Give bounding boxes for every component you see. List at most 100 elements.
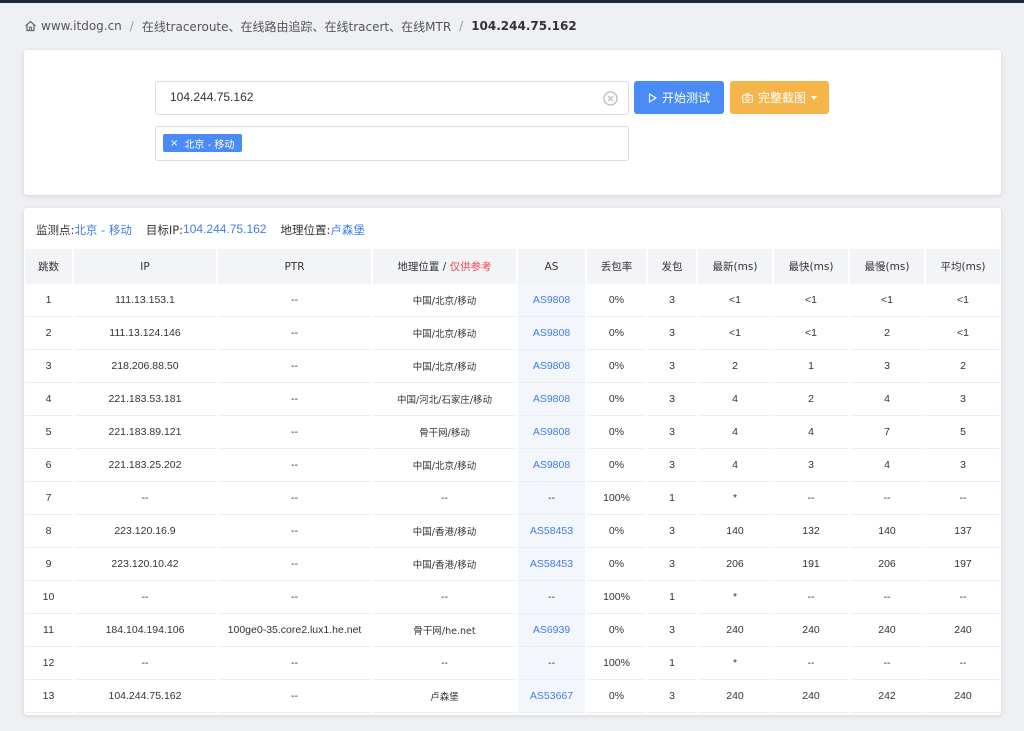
clear-icon[interactable] [603,91,618,106]
header-hop: 跳数 [25,249,72,284]
cell-ip: -- [74,482,216,515]
cell-ip: 223.120.16.9 [74,515,216,548]
cell-best: 4 [774,416,848,449]
header-ptr: PTR [218,249,371,284]
cell-best: 132 [774,515,848,548]
cell-loss: 0% [587,449,646,482]
cell-hop: 13 [25,680,72,713]
as-link[interactable]: AS9808 [533,360,570,372]
cell-hop: 7 [25,482,72,515]
search-panel: 104.244.75.162 开始测试 完整截图 × 北京 - 移动 [24,50,1001,195]
cell-geo: 中国/北京/移动 [373,317,516,350]
cell-loss: 0% [587,515,646,548]
cell-geo: 骨干网/he.net [373,614,516,647]
cell-loss: 100% [587,581,646,614]
cell-sent: 3 [648,548,696,581]
cell-hop: 11 [25,614,72,647]
cell-avg: 3 [926,449,1000,482]
cell-geo: 卢森堡 [373,680,516,713]
top-accent-bar [0,0,1024,3]
table-header-row: 跳数 IP PTR 地理位置 / 仅供参考 AS 丢包率 发包 最新(ms) 最… [25,249,1000,284]
cell-hop: 8 [25,515,72,548]
results-panel: 监测点: 北京 - 移动 目标IP: 104.244.75.162 地理位置: … [24,208,1001,715]
cell-worst: -- [850,581,924,614]
cell-worst: <1 [850,284,924,317]
as-link[interactable]: AS53667 [530,690,573,702]
cell-sent: 1 [648,581,696,614]
as-link[interactable]: AS6939 [533,624,570,636]
remove-tag-icon[interactable]: × [170,138,178,149]
cell-sent: 3 [648,680,696,713]
as-link[interactable]: AS9808 [533,294,570,306]
cell-worst: 206 [850,548,924,581]
cell-sent: 3 [648,284,696,317]
table-row: 8 223.120.16.9 -- 中国/香港/移动 AS58453 0% 3 140 132 1… [25,515,1000,548]
cell-avg: 5 [926,416,1000,449]
monitor-tag[interactable]: × 北京 - 移动 [163,134,243,152]
cell-as: AS6939 [518,614,585,647]
header-worst: 最慢(ms) [850,249,924,284]
as-link[interactable]: AS9808 [533,459,570,471]
cell-best: <1 [774,284,848,317]
target-input-box[interactable]: 104.244.75.162 [155,81,629,115]
cell-geo: -- [373,581,516,614]
table-row: 10 -- -- -- -- 100% 1 * -- -- -- [25,581,1000,614]
as-link[interactable]: AS9808 [533,327,570,339]
table-row: 7 -- -- -- -- 100% 1 * -- -- -- [25,482,1000,515]
header-geo: 地理位置 / 仅供参考 [373,249,516,284]
header-geo-label: 地理位置 / [397,261,447,273]
cell-last: * [698,581,772,614]
cell-avg: 3 [926,383,1000,416]
breadcrumb-section-link[interactable]: 在线traceroute、在线路由追踪、在线tracert、在线MTR [142,18,451,35]
cell-ptr: -- [218,416,371,449]
cell-worst: -- [850,647,924,680]
cell-ip: 218.206.88.50 [74,350,216,383]
as-link[interactable]: AS9808 [533,393,570,405]
cell-best: -- [774,482,848,515]
cell-avg: -- [926,581,1000,614]
cell-geo: 中国/北京/移动 [373,449,516,482]
cell-ptr: -- [218,383,371,416]
screenshot-button[interactable]: 完整截图 [730,81,829,114]
cell-last: 4 [698,383,772,416]
cell-as: AS9808 [518,284,585,317]
cell-last: <1 [698,317,772,350]
cell-ip: 221.183.89.121 [74,416,216,449]
cell-sent: 3 [648,383,696,416]
table-row: 9 223.120.10.42 -- 中国/香港/移动 AS58453 0% 3 206 191… [25,548,1000,581]
cell-ptr: -- [218,647,371,680]
as-link[interactable]: AS58453 [530,558,573,570]
monitor-select-box[interactable]: × 北京 - 移动 [155,126,629,161]
cell-geo: 中国/河北/石家庄/移动 [373,383,516,416]
cell-as: AS9808 [518,317,585,350]
cell-best: 1 [774,350,848,383]
cell-ip: 221.183.25.202 [74,449,216,482]
cell-sent: 1 [648,647,696,680]
as-link[interactable]: AS9808 [533,426,570,438]
cell-avg: <1 [926,317,1000,350]
target-input[interactable]: 104.244.75.162 [170,90,253,104]
cell-sent: 1 [648,482,696,515]
as-link[interactable]: AS58453 [530,525,573,537]
header-avg: 平均(ms) [926,249,1000,284]
cell-loss: 0% [587,317,646,350]
cell-loss: 0% [587,284,646,317]
cell-as: AS58453 [518,548,585,581]
cell-best: 240 [774,614,848,647]
cell-hop: 3 [25,350,72,383]
start-test-label: 开始测试 [661,91,710,105]
header-loss: 丢包率 [587,249,646,284]
table-row: 11 184.104.194.106 100ge0-35.core2.lux1.he… [25,614,1000,647]
cell-worst: 3 [850,350,924,383]
start-test-button[interactable]: 开始测试 [634,81,724,114]
breadcrumb-home-link[interactable]: www.itdog.cn [41,19,122,33]
cell-loss: 0% [587,416,646,449]
cell-avg: -- [926,482,1000,515]
cell-as: AS9808 [518,416,585,449]
cell-best: 3 [774,449,848,482]
cell-ip: 221.183.53.181 [74,383,216,416]
cell-as: -- [518,482,585,515]
cell-last: 2 [698,350,772,383]
cell-last: * [698,482,772,515]
traceroute-table: 跳数 IP PTR 地理位置 / 仅供参考 AS 丢包率 发包 最新(ms) 最… [24,249,1001,713]
